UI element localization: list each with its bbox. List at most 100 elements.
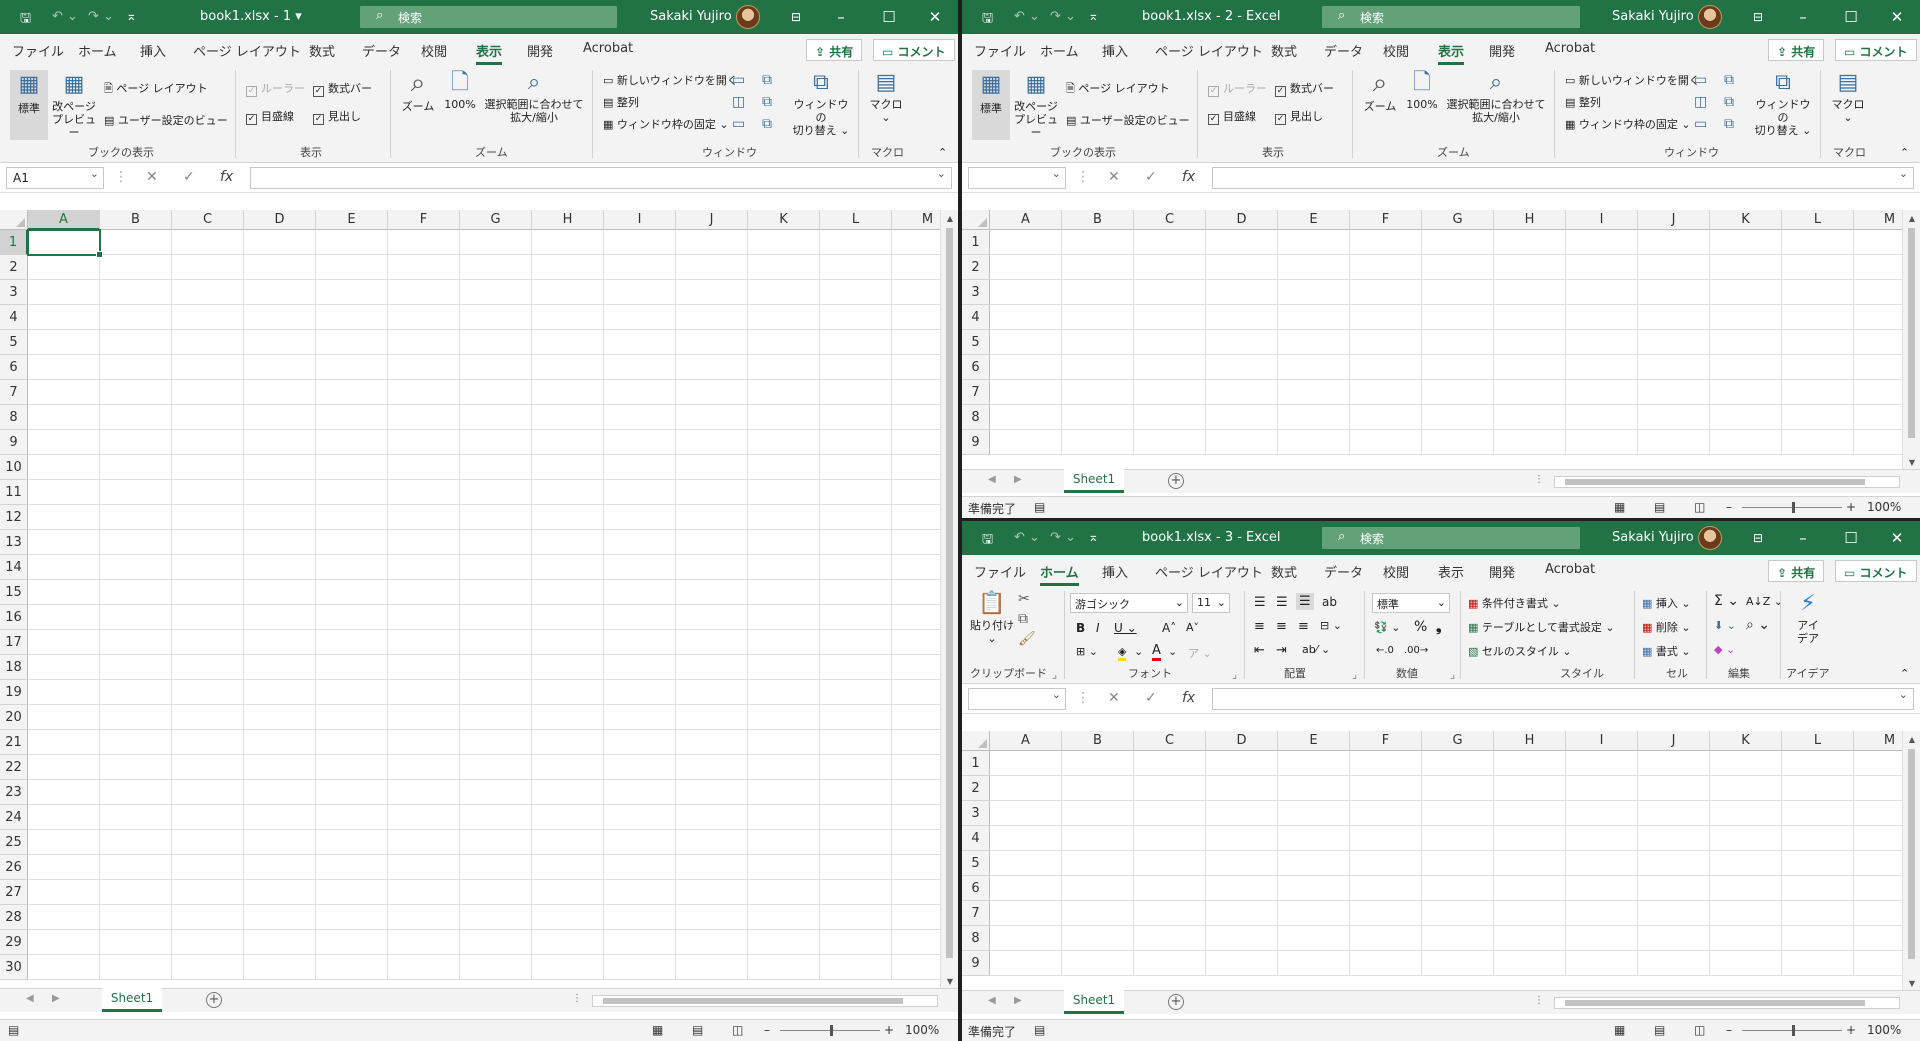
cell-d20[interactable] bbox=[244, 705, 316, 730]
cell-g5[interactable] bbox=[460, 330, 532, 355]
cell-g28[interactable] bbox=[460, 905, 532, 930]
cell-j1[interactable] bbox=[676, 230, 748, 255]
cell-f12[interactable] bbox=[388, 505, 460, 530]
column-header-a[interactable]: A bbox=[28, 210, 100, 230]
column-header-g[interactable]: G bbox=[460, 210, 532, 230]
cell-h9[interactable] bbox=[532, 430, 604, 455]
ribbon-display-icon[interactable]: ⊟ bbox=[785, 6, 807, 28]
cell-d9[interactable] bbox=[244, 430, 316, 455]
cell-g6[interactable] bbox=[460, 355, 532, 380]
cell-a30[interactable] bbox=[28, 955, 100, 980]
cell-l6[interactable] bbox=[1782, 876, 1854, 901]
cell-g3[interactable] bbox=[1422, 280, 1494, 305]
tab-data[interactable]: データ bbox=[1324, 562, 1363, 581]
row-header-13[interactable]: 13 bbox=[0, 530, 28, 555]
cell-j9[interactable] bbox=[676, 430, 748, 455]
cell-e16[interactable] bbox=[316, 605, 388, 630]
scroll-thumb[interactable] bbox=[946, 228, 953, 958]
cell-h4[interactable] bbox=[1494, 826, 1566, 851]
cell-g4[interactable] bbox=[460, 305, 532, 330]
tab-review[interactable]: 校閲 bbox=[421, 41, 447, 60]
cell-l9[interactable] bbox=[1782, 951, 1854, 976]
cell-f7[interactable] bbox=[388, 380, 460, 405]
cell-e1[interactable] bbox=[1278, 751, 1350, 776]
row-header-19[interactable]: 19 bbox=[0, 680, 28, 705]
cell-i23[interactable] bbox=[604, 780, 676, 805]
cell-i5[interactable] bbox=[1566, 851, 1638, 876]
cell-h13[interactable] bbox=[532, 530, 604, 555]
cell-g8[interactable] bbox=[460, 405, 532, 430]
cell-b5[interactable] bbox=[1062, 851, 1134, 876]
prev-sheet-icon[interactable]: ◀ bbox=[988, 995, 996, 1006]
cell-a27[interactable] bbox=[28, 880, 100, 905]
vertical-scrollbar[interactable]: ▲ ▼ bbox=[1902, 210, 1920, 469]
row-header-6[interactable]: 6 bbox=[962, 355, 990, 380]
grow-font-icon[interactable]: A˄ bbox=[1162, 621, 1176, 635]
cell-j16[interactable] bbox=[676, 605, 748, 630]
zoom-level[interactable]: 100% bbox=[905, 1023, 939, 1037]
cell-h29[interactable] bbox=[532, 930, 604, 955]
cell-b14[interactable] bbox=[100, 555, 172, 580]
switch-windows-button[interactable]: ⧉ ウィンドウの 切り替え ⌄ bbox=[790, 70, 852, 137]
cell-i2[interactable] bbox=[604, 255, 676, 280]
cell-h6[interactable] bbox=[532, 355, 604, 380]
row-header-7[interactable]: 7 bbox=[962, 380, 990, 405]
cell-m8[interactable] bbox=[1854, 926, 1902, 951]
cell-f2[interactable] bbox=[388, 255, 460, 280]
cell-g15[interactable] bbox=[460, 580, 532, 605]
cell-l23[interactable] bbox=[820, 780, 892, 805]
cell-l9[interactable] bbox=[820, 430, 892, 455]
cell-e22[interactable] bbox=[316, 755, 388, 780]
cell-f14[interactable] bbox=[388, 555, 460, 580]
row-header-6[interactable]: 6 bbox=[0, 355, 28, 380]
avatar[interactable] bbox=[736, 5, 760, 29]
next-sheet-icon[interactable]: ▶ bbox=[1014, 995, 1022, 1006]
cell-h1[interactable] bbox=[1494, 230, 1566, 255]
cell-l2[interactable] bbox=[1782, 776, 1854, 801]
zoom-button[interactable]: ⌕ ズーム bbox=[400, 70, 436, 114]
cell-l19[interactable] bbox=[820, 680, 892, 705]
cell-k2[interactable] bbox=[748, 255, 820, 280]
format-cells-button[interactable]: ▦ 書式 ⌄ bbox=[1642, 643, 1691, 659]
column-header-f[interactable]: F bbox=[1350, 210, 1422, 230]
cell-c4[interactable] bbox=[1134, 826, 1206, 851]
row-header-12[interactable]: 12 bbox=[0, 505, 28, 530]
cell-h7[interactable] bbox=[532, 380, 604, 405]
zoom-out-icon[interactable]: – bbox=[1726, 1023, 1732, 1037]
cell-i21[interactable] bbox=[604, 730, 676, 755]
fill-icon[interactable]: ⬇ ⌄ bbox=[1714, 619, 1736, 632]
cell-b8[interactable] bbox=[1062, 405, 1134, 430]
cell-b11[interactable] bbox=[100, 480, 172, 505]
row-header-4[interactable]: 4 bbox=[0, 305, 28, 330]
column-header-i[interactable]: I bbox=[1566, 731, 1638, 751]
cell-j25[interactable] bbox=[676, 830, 748, 855]
cell-l7[interactable] bbox=[820, 380, 892, 405]
cell-b9[interactable] bbox=[1062, 430, 1134, 455]
column-header-m[interactable]: M bbox=[1854, 210, 1902, 230]
row-header-23[interactable]: 23 bbox=[0, 780, 28, 805]
row-header-1[interactable]: 1 bbox=[962, 230, 990, 255]
cell-g7[interactable] bbox=[460, 380, 532, 405]
cell-m17[interactable] bbox=[892, 630, 940, 655]
cell-a9[interactable] bbox=[990, 430, 1062, 455]
autosum-icon[interactable]: Σ ⌄ bbox=[1714, 593, 1739, 609]
cut-icon[interactable]: ✂ bbox=[1018, 591, 1030, 607]
cell-a12[interactable] bbox=[28, 505, 100, 530]
side-by-side-icon[interactable]: ⧉ bbox=[1724, 72, 1734, 88]
new-window-button[interactable]: ▭ 新しいウィンドウを開く bbox=[1565, 72, 1700, 88]
cell-g27[interactable] bbox=[460, 880, 532, 905]
cell-f10[interactable] bbox=[388, 455, 460, 480]
cell-a19[interactable] bbox=[28, 680, 100, 705]
cell-k15[interactable] bbox=[748, 580, 820, 605]
cell-h12[interactable] bbox=[532, 505, 604, 530]
cell-f20[interactable] bbox=[388, 705, 460, 730]
cell-d11[interactable] bbox=[244, 480, 316, 505]
cell-c7[interactable] bbox=[172, 380, 244, 405]
cell-i22[interactable] bbox=[604, 755, 676, 780]
wrap-text-icon[interactable]: ab bbox=[1322, 595, 1337, 609]
cell-m19[interactable] bbox=[892, 680, 940, 705]
insert-cells-button[interactable]: ▦ 挿入 ⌄ bbox=[1642, 595, 1691, 611]
cell-d5[interactable] bbox=[1206, 330, 1278, 355]
zoom-100-button[interactable]: 🗋 100% bbox=[1402, 70, 1442, 111]
cell-l26[interactable] bbox=[820, 855, 892, 880]
